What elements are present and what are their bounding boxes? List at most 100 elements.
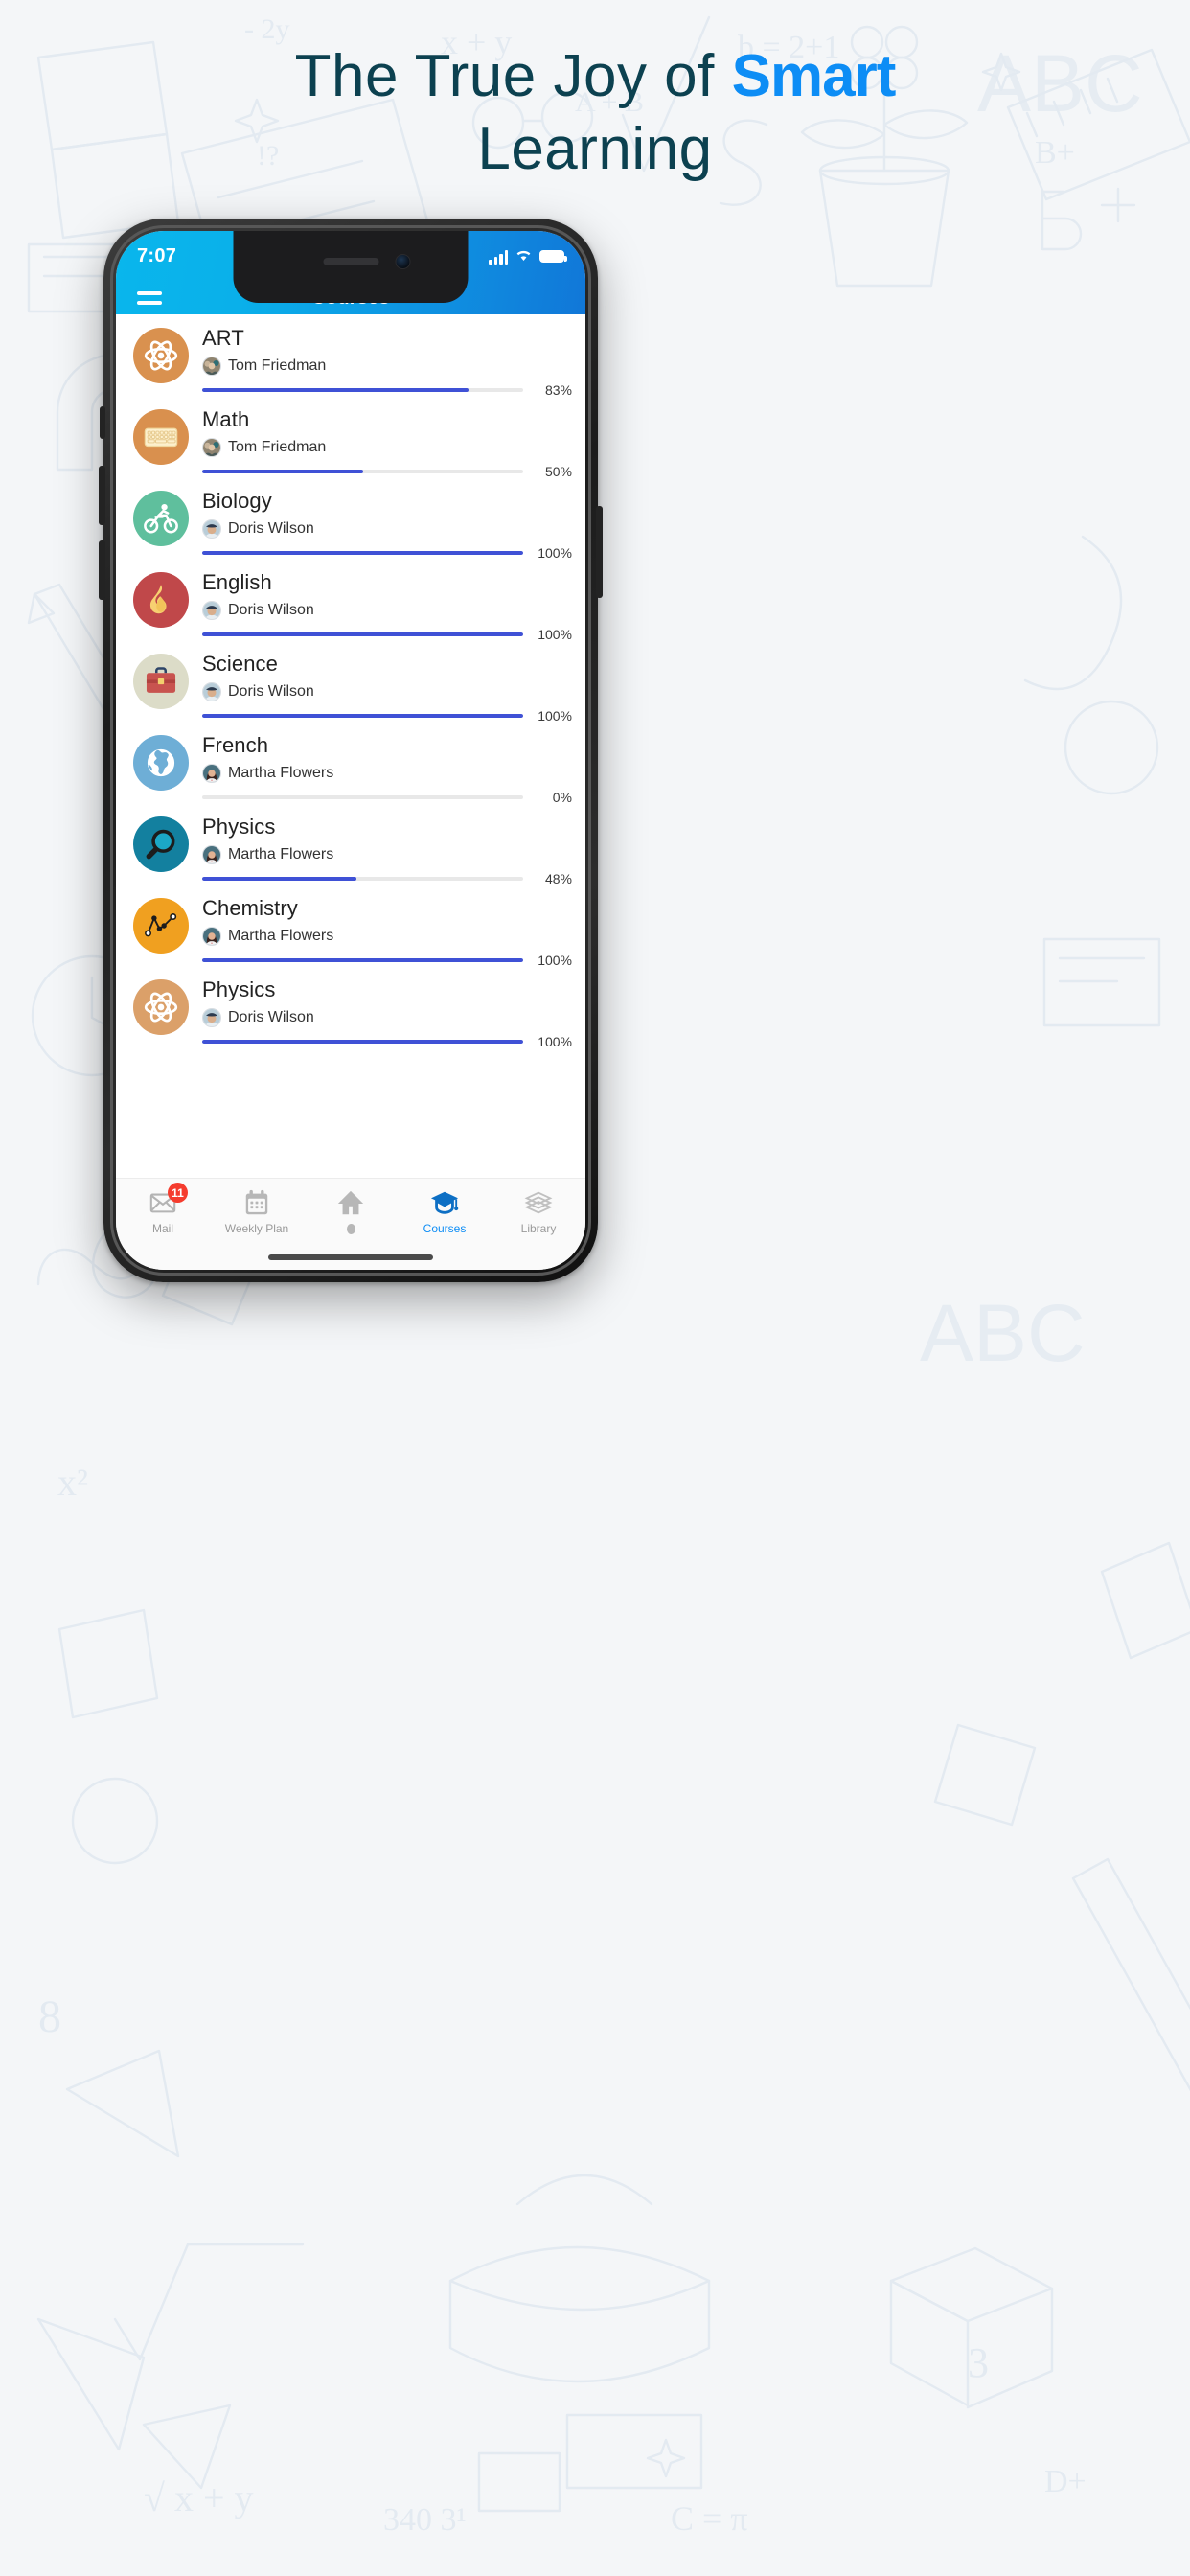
globe-icon (133, 735, 189, 791)
status-bar-clock: 7:07 (137, 245, 177, 266)
flame-icon (133, 572, 189, 628)
course-teacher: Tom Friedman (202, 437, 572, 457)
woman-avatar (202, 926, 221, 946)
course-row[interactable]: French Martha Flowers 0% (116, 725, 585, 807)
man-cap-avatar (202, 1007, 221, 1027)
course-row[interactable]: Science Doris Wilson 100% (116, 644, 585, 725)
svg-text:C = π: C = π (671, 2499, 748, 2538)
progress-track (202, 794, 523, 799)
man-cap-avatar (202, 600, 221, 620)
progress-track (202, 387, 523, 392)
course-row[interactable]: Physics Martha Flowers 48% (116, 807, 585, 888)
status-bar: 7:07 (116, 231, 585, 282)
progress-percent: 100% (538, 707, 572, 724)
teacher-name: Tom Friedman (228, 356, 327, 374)
course-list[interactable]: ART Tom Friedman 83% Math Tom Friedman 5… (116, 314, 585, 1077)
graduation-cap-icon[interactable] (430, 1188, 459, 1217)
svg-text:3: 3 (968, 2339, 989, 2386)
course-row[interactable]: Chemistry Martha Flowers 100% (116, 888, 585, 970)
course-row[interactable]: Math Tom Friedman 50% (116, 400, 585, 481)
nav-label: Mail (151, 1222, 173, 1235)
course-progress: 100% (202, 1034, 572, 1049)
progress-percent: 50% (544, 463, 572, 479)
course-title: English (202, 570, 272, 594)
course-progress: 50% (202, 464, 572, 479)
course-row[interactable]: Physics Doris Wilson 100% (116, 970, 585, 1051)
mail-icon[interactable]: 11 (149, 1183, 188, 1217)
progress-fill (202, 957, 523, 962)
course-progress: 48% (202, 871, 572, 886)
teacher-name: Martha Flowers (228, 764, 334, 781)
calendar-icon[interactable] (242, 1188, 271, 1217)
course-details: French Martha Flowers 0% (189, 731, 572, 805)
cyclist-icon (133, 491, 189, 546)
progress-percent: 83% (544, 381, 572, 398)
course-row[interactable]: Biology Doris Wilson 100% (116, 481, 585, 563)
nav-item-weekly-plan[interactable]: Weekly Plan (210, 1188, 304, 1235)
woman-avatar (202, 763, 221, 783)
teacher-name: Martha Flowers (228, 845, 334, 862)
progress-percent: 48% (544, 870, 572, 886)
svg-text:D+: D+ (1044, 2464, 1087, 2499)
mail-unread-badge: 11 (168, 1183, 188, 1203)
course-details: Biology Doris Wilson 100% (189, 487, 572, 561)
teacher-name: Doris Wilson (228, 682, 314, 700)
progress-percent: 100% (538, 544, 572, 561)
magnifier-icon (133, 816, 189, 872)
course-teacher: Martha Flowers (202, 844, 572, 864)
phone-power-button[interactable] (596, 506, 603, 598)
teacher-name: Doris Wilson (228, 519, 314, 537)
books-icon[interactable] (524, 1188, 553, 1217)
course-row[interactable]: ART Tom Friedman 83% (116, 318, 585, 400)
course-progress: 100% (202, 627, 572, 642)
course-teacher: Martha Flowers (202, 763, 572, 783)
nav-item-mail[interactable]: 11 Mail (116, 1183, 210, 1235)
atom-icon (133, 979, 189, 1035)
headline-highlight-smart: Smart (731, 43, 897, 109)
home-icon[interactable] (336, 1188, 365, 1217)
group-photo-avatar (202, 437, 221, 457)
progress-track (202, 469, 523, 473)
progress-percent: 100% (538, 626, 572, 642)
course-progress: 100% (202, 708, 572, 724)
teacher-name: Tom Friedman (228, 438, 327, 455)
progress-fill (202, 387, 469, 392)
progress-percent: 100% (538, 952, 572, 968)
line-chart-icon (133, 898, 189, 954)
nav-label: Weekly Plan (224, 1222, 289, 1235)
course-progress: 100% (202, 545, 572, 561)
course-teacher: Doris Wilson (202, 681, 572, 702)
course-teacher: Doris Wilson (202, 600, 572, 620)
nav-item-courses[interactable]: Courses (398, 1188, 492, 1235)
headline-line2: Learning (477, 115, 713, 182)
course-title: Physics (202, 978, 276, 1001)
progress-fill (202, 1039, 523, 1044)
course-details: Physics Doris Wilson 100% (189, 976, 572, 1049)
phone-mute-switch[interactable] (100, 406, 105, 439)
briefcase-icon (133, 654, 189, 709)
nav-label: Courses (423, 1222, 467, 1235)
progress-track (202, 876, 523, 881)
hamburger-menu-icon[interactable] (137, 291, 162, 305)
course-row[interactable]: English Doris Wilson 100% (116, 563, 585, 644)
phone-volume-down-button[interactable] (99, 540, 105, 600)
svg-text:340 3¹: 340 3¹ (383, 2502, 467, 2538)
home-active-dot (346, 1224, 355, 1234)
cellular-signal-icon (489, 249, 508, 264)
man-cap-avatar (202, 681, 221, 702)
course-details: Math Tom Friedman 50% (189, 405, 572, 479)
phone-volume-up-button[interactable] (99, 466, 105, 525)
progress-track (202, 713, 523, 718)
battery-full-icon (539, 250, 567, 263)
atom-icon (133, 328, 189, 383)
nav-item-home[interactable] (304, 1188, 398, 1234)
svg-text:x²: x² (57, 1460, 88, 1504)
progress-percent: 0% (552, 789, 572, 805)
nav-item-library[interactable]: Library (492, 1188, 585, 1235)
course-details: English Doris Wilson 100% (189, 568, 572, 642)
svg-text:8: 8 (38, 1991, 61, 2042)
man-cap-avatar (202, 518, 221, 539)
hero-headline: The True Joy of Smart Learning (0, 40, 1190, 185)
progress-fill (202, 632, 523, 636)
course-title: Science (202, 652, 278, 676)
